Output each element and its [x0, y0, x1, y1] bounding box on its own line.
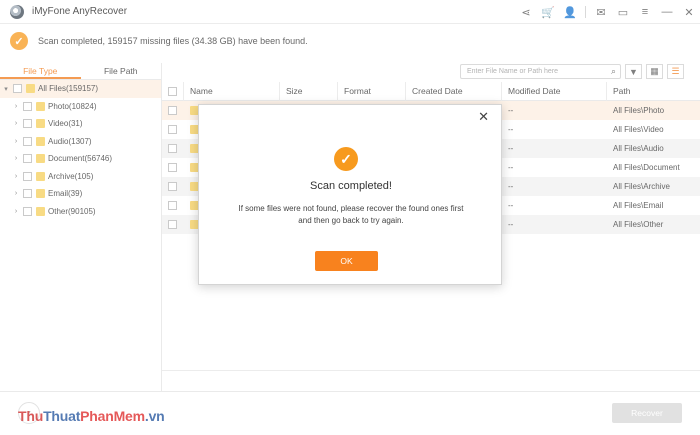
dialog-title: Scan completed! [310, 180, 392, 192]
check-icon: ✓ [334, 147, 358, 171]
close-icon[interactable]: ✕ [478, 109, 489, 125]
scan-complete-dialog: ✕ ✓ Scan completed! If some files were n… [198, 104, 502, 285]
dialog-message: If some files were not found, please rec… [238, 204, 464, 225]
ok-button[interactable]: OK [315, 251, 378, 271]
